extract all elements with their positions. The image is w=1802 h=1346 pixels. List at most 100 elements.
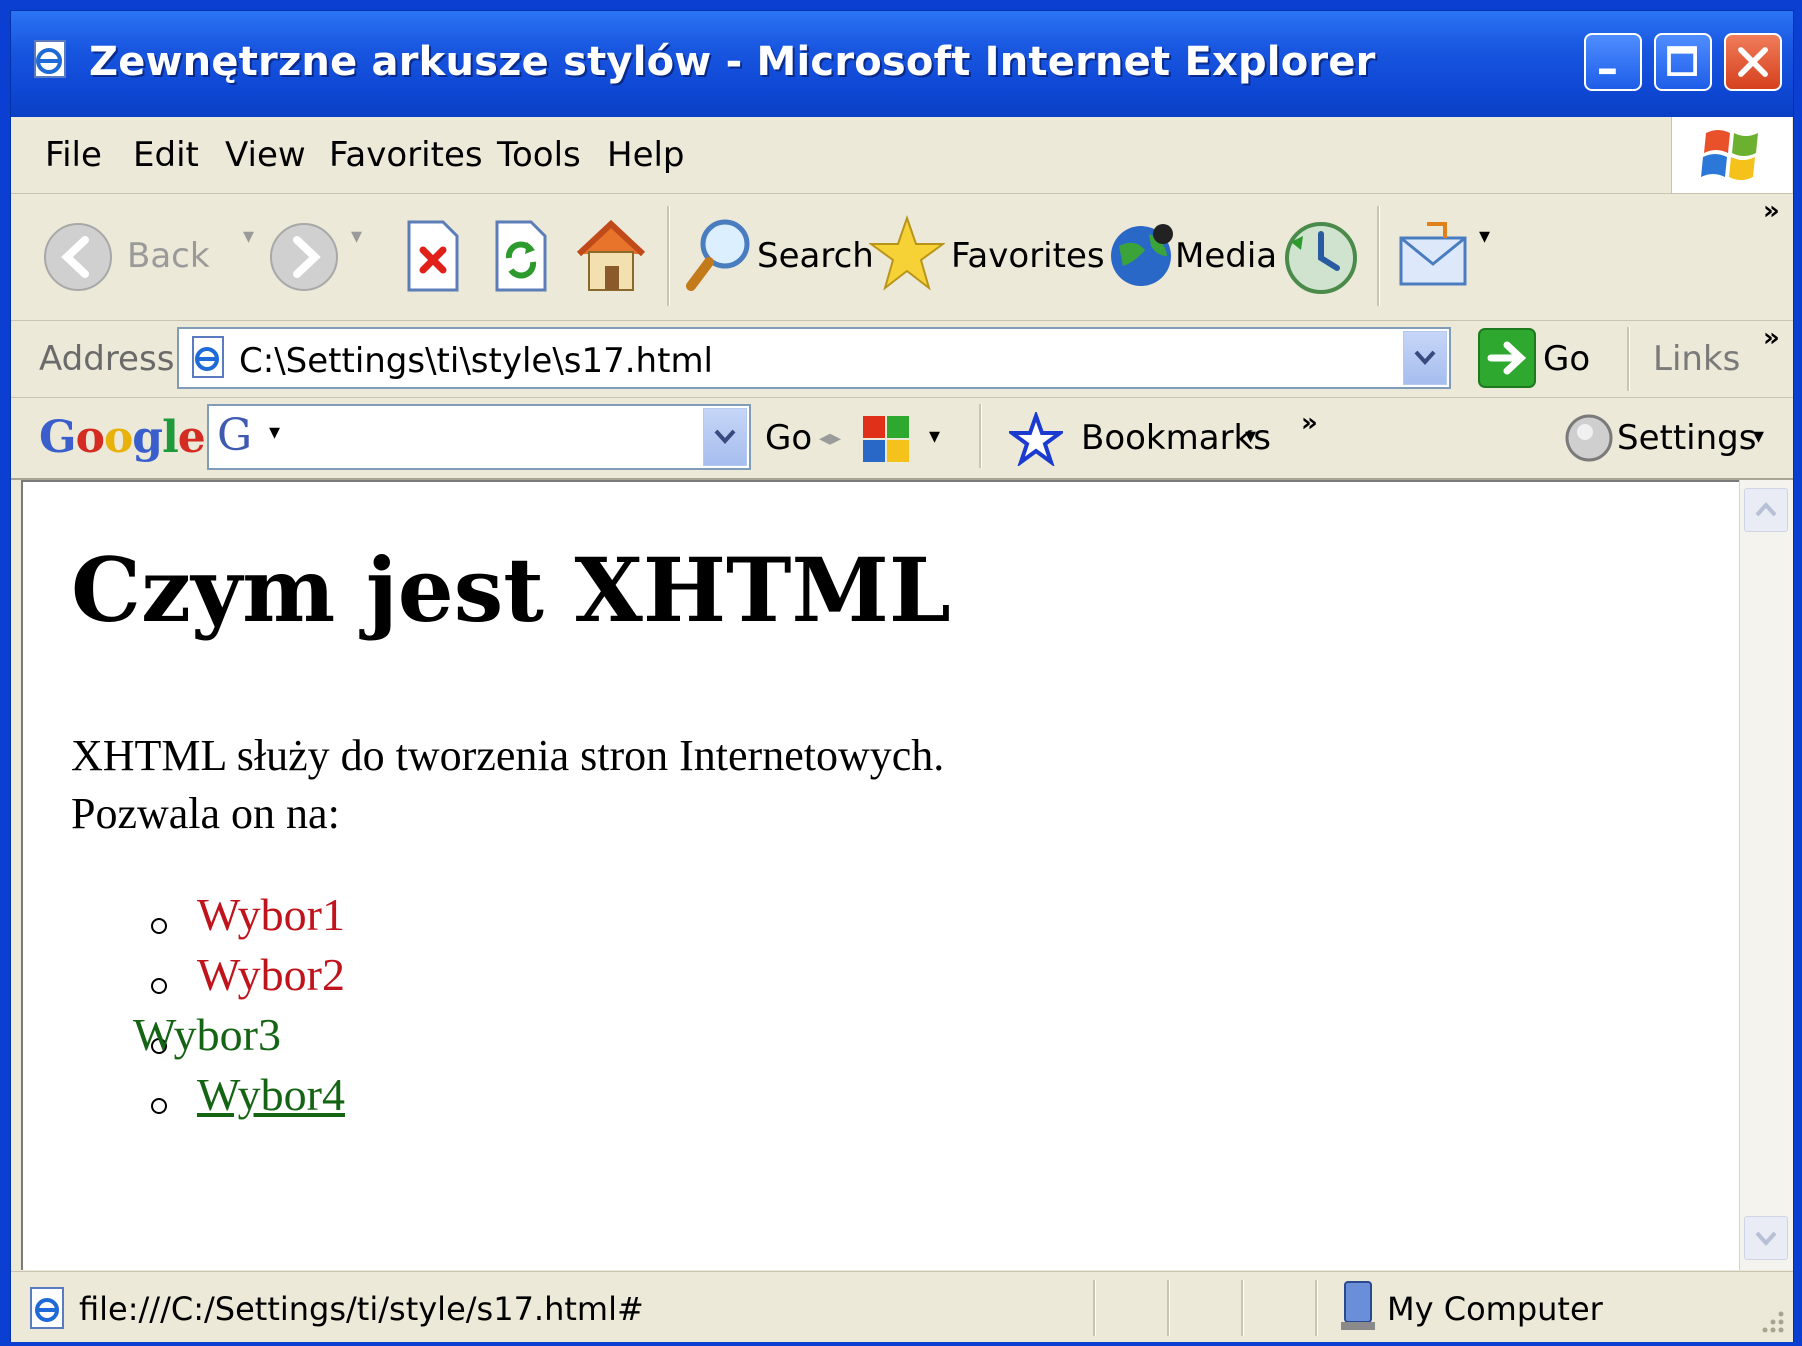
- list-link-1[interactable]: Wybor1: [197, 888, 345, 941]
- google-button-icon[interactable]: [859, 412, 915, 468]
- mail-icon[interactable]: [1397, 218, 1477, 298]
- vertical-scrollbar[interactable]: [1739, 480, 1793, 1270]
- window-frame: Zewnętrzne arkusze stylów - Microsoft In…: [10, 10, 1794, 1342]
- address-bar: Address C:\Settings\ti\style\s17.html Go…: [11, 321, 1793, 398]
- chevron-up-icon: [1755, 502, 1777, 517]
- my-computer-icon: [1341, 1281, 1375, 1330]
- bookmark-star-icon[interactable]: [1009, 412, 1063, 466]
- google-g-icon[interactable]: G: [217, 410, 252, 461]
- bookmarks-dropdown-icon[interactable]: ▾: [1245, 424, 1256, 449]
- google-button-dropdown-icon[interactable]: ▾: [929, 424, 940, 449]
- settings-dropdown-icon[interactable]: ▾: [1753, 424, 1764, 449]
- status-page-icon: [30, 1287, 64, 1329]
- circle-bullet-icon: [151, 1098, 167, 1114]
- back-arrow-icon: [44, 223, 112, 291]
- back-button[interactable]: Back: [41, 214, 231, 300]
- links-overflow-chevron[interactable]: »: [1763, 323, 1780, 353]
- address-dropdown-button[interactable]: [1403, 331, 1447, 385]
- google-logo[interactable]: Google: [39, 412, 206, 463]
- favorites-button[interactable]: Favorites: [869, 210, 1105, 302]
- menu-favorites[interactable]: Favorites: [329, 135, 483, 175]
- paragraph-line-1: XHTML służy do tworzenia stron Interneto…: [71, 731, 945, 780]
- title-bar[interactable]: Zewnętrzne arkusze stylów - Microsoft In…: [11, 11, 1793, 117]
- toolbar-separator: [667, 206, 670, 306]
- search-magnifier-icon: [686, 219, 750, 291]
- close-button[interactable]: [1724, 33, 1782, 91]
- toolbar-overflow-chevron[interactable]: »: [1763, 196, 1780, 226]
- status-url: file:///C:/Settings/ti/style/s17.html#: [79, 1290, 644, 1328]
- minimize-button[interactable]: [1584, 33, 1642, 91]
- minimize-icon: [1599, 68, 1616, 75]
- page-heading: Czym jest XHTML: [71, 538, 951, 642]
- back-dropdown-icon[interactable]: ▾: [243, 224, 254, 249]
- google-search-input[interactable]: G ▾: [207, 404, 751, 470]
- favorites-label: Favorites: [951, 236, 1105, 276]
- google-go-button[interactable]: Go: [765, 418, 812, 458]
- status-separator: [1241, 1280, 1244, 1336]
- media-button[interactable]: Media: [1105, 210, 1278, 302]
- forward-dropdown-icon[interactable]: ▾: [351, 224, 362, 249]
- settings-button[interactable]: Settings: [1617, 418, 1756, 458]
- google-logo-letter: o: [75, 412, 105, 463]
- go-arrow-icon[interactable]: [1477, 327, 1537, 389]
- refresh-icon[interactable]: [489, 218, 553, 294]
- menu-help[interactable]: Help: [607, 135, 685, 175]
- go-button[interactable]: Go: [1543, 339, 1590, 379]
- address-input[interactable]: C:\Settings\ti\style\s17.html: [177, 327, 1451, 389]
- menu-edit[interactable]: Edit: [133, 135, 199, 175]
- forward-arrow-icon[interactable]: [267, 220, 341, 294]
- circle-bullet-icon: [151, 918, 167, 934]
- standard-toolbar: Back ▾ ▾ Search Favorites Media ▾ »: [11, 194, 1793, 321]
- status-separator: [1315, 1280, 1318, 1336]
- history-icon[interactable]: [1281, 218, 1361, 298]
- address-separator: [1627, 327, 1630, 391]
- settings-gear-icon[interactable]: [1561, 410, 1617, 466]
- maximize-button[interactable]: [1654, 33, 1712, 91]
- security-zone: My Computer: [1387, 1290, 1603, 1328]
- scroll-up-button[interactable]: [1744, 488, 1788, 532]
- list-link-4[interactable]: Wybor4: [197, 1068, 345, 1121]
- google-logo-letter: l: [162, 412, 179, 463]
- chevron-down-icon: [714, 429, 736, 444]
- menu-bar: File Edit View Favorites Tools Help: [11, 117, 1793, 194]
- circle-bullet-icon: [151, 978, 167, 994]
- google-g-dropdown-icon[interactable]: ▾: [269, 420, 280, 445]
- menu-tools[interactable]: Tools: [497, 135, 581, 175]
- google-search-dropdown-button[interactable]: [703, 408, 747, 466]
- search-label: Search: [757, 236, 874, 276]
- google-overflow-chevron[interactable]: »: [1301, 408, 1318, 438]
- google-toolbar: Google G ▾ Go ◂▸ ▾ Bookmarks ▾ » Setting…: [11, 398, 1793, 480]
- list-link-3[interactable]: Wybor3: [133, 1008, 281, 1061]
- media-globe-icon: [1111, 224, 1173, 286]
- back-label: Back: [127, 236, 210, 276]
- address-label: Address: [39, 339, 175, 379]
- google-logo-letter: g: [132, 412, 163, 463]
- menu-file[interactable]: File: [45, 135, 102, 175]
- status-separator: [1167, 1280, 1170, 1336]
- list-link-2[interactable]: Wybor2: [197, 948, 345, 1001]
- search-button[interactable]: Search: [683, 210, 874, 302]
- menu-view[interactable]: View: [225, 135, 306, 175]
- maximize-icon: [1667, 46, 1697, 76]
- links-button[interactable]: Links: [1653, 339, 1740, 379]
- media-label: Media: [1175, 236, 1278, 276]
- home-icon[interactable]: [573, 216, 649, 296]
- resize-grip-icon[interactable]: [1757, 1306, 1787, 1336]
- ie-page-icon: [34, 40, 66, 78]
- chevron-down-icon: [1755, 1231, 1777, 1246]
- page-ie-icon: [192, 336, 224, 378]
- window-title: Zewnętrzne arkusze stylów - Microsoft In…: [89, 39, 1376, 85]
- mail-dropdown-icon[interactable]: ▾: [1479, 224, 1490, 249]
- close-icon: [1738, 47, 1768, 77]
- stop-icon[interactable]: [401, 218, 465, 294]
- scroll-down-button[interactable]: [1744, 1216, 1788, 1260]
- bookmarks-button[interactable]: Bookmarks: [1081, 418, 1271, 458]
- paragraph-line-2: Pozwala on na:: [71, 789, 340, 838]
- chevron-down-icon: [1414, 350, 1436, 365]
- address-value: C:\Settings\ti\style\s17.html: [239, 341, 714, 381]
- toolbar-separator-2: [1377, 206, 1380, 306]
- google-logo-letter: o: [103, 412, 133, 463]
- page-content: Czym jest XHTML XHTML służy do tworzenia…: [21, 480, 1739, 1270]
- google-separator: [979, 404, 982, 468]
- toolbar-grip-icon: ◂▸: [819, 426, 842, 451]
